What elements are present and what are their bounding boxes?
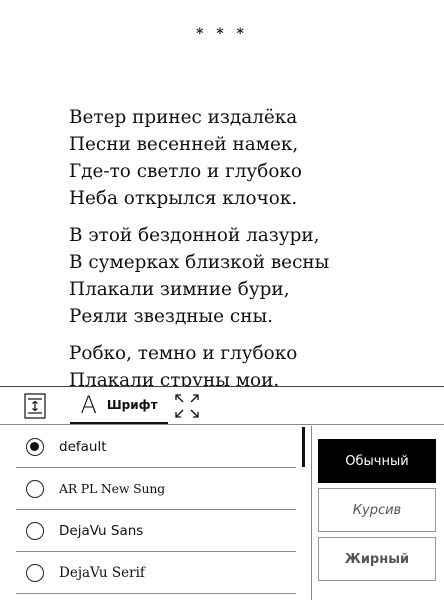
radio-selected[interactable] [26, 437, 44, 456]
poem-line: Реяли звездные сны. [69, 306, 273, 327]
poem-line: В сумерках близкой весны [69, 252, 330, 273]
font-letter-icon: A [80, 391, 97, 419]
settings-toolbar: A Шрифт [0, 387, 444, 425]
font-list: default AR PL New Sung DejaVu Sans DejaV… [0, 426, 304, 600]
fullscreen-tab[interactable] [172, 391, 202, 421]
radio-unselected[interactable] [26, 479, 44, 498]
font-style-options: Обычный Курсив Жирный [318, 439, 436, 586]
poem-line: Робко, темно и глубоко [69, 343, 298, 364]
font-option-label: AR PL New Sung [59, 481, 165, 496]
poem-text: Ветер принес издалёка Песни весенней нам… [69, 104, 439, 386]
font-option-dejavu-sans[interactable]: DejaVu Sans [16, 510, 296, 552]
fullscreen-icon [175, 394, 199, 418]
stanza: Робко, темно и глубоко Плакали струны мо… [69, 340, 439, 386]
font-option-label: DejaVu Serif [59, 564, 145, 581]
tab-font[interactable]: A Шрифт [70, 388, 168, 424]
font-option-label: DejaVu Sans [59, 522, 144, 539]
font-option-default[interactable]: default [16, 426, 296, 468]
vertical-divider [311, 426, 312, 600]
tab-font-label: Шрифт [106, 398, 158, 412]
font-settings-panel: A Шрифт default AR PL New Sung DejaVu Sa… [0, 386, 444, 600]
style-normal-button[interactable]: Обычный [318, 439, 436, 483]
line-spacing-icon [24, 393, 46, 419]
poem-line: Песни весенней намек, [69, 134, 299, 155]
section-separator: * * * [196, 26, 248, 42]
stanza: Ветер принес издалёка Песни весенней нам… [69, 104, 439, 212]
poem-line: В этой бездонной лазури, [69, 225, 320, 246]
style-bold-button[interactable]: Жирный [318, 537, 436, 581]
poem-line: Плакали зимние бури, [69, 279, 290, 300]
style-italic-button[interactable]: Курсив [318, 488, 436, 532]
radio-unselected[interactable] [26, 521, 44, 540]
poem-line: Плакали струны мои. [69, 370, 280, 386]
poem-line: Где-то светло и глубоко [69, 161, 302, 182]
radio-unselected[interactable] [26, 563, 44, 582]
font-list-scrollbar[interactable] [302, 427, 305, 467]
font-option-ar-pl-new-sung[interactable]: AR PL New Sung [16, 468, 296, 510]
font-option-dejavu-serif[interactable]: DejaVu Serif [16, 552, 296, 594]
reader-page: * * * Ветер принес издалёка Песни весенн… [0, 0, 444, 386]
poem-line: Ветер принес издалёка [69, 107, 298, 128]
line-spacing-tab[interactable] [22, 391, 48, 421]
stanza: В этой бездонной лазури, В сумерках близ… [69, 222, 439, 330]
font-option-label: default [59, 438, 107, 455]
poem-line: Неба открылся клочок. [69, 188, 298, 209]
